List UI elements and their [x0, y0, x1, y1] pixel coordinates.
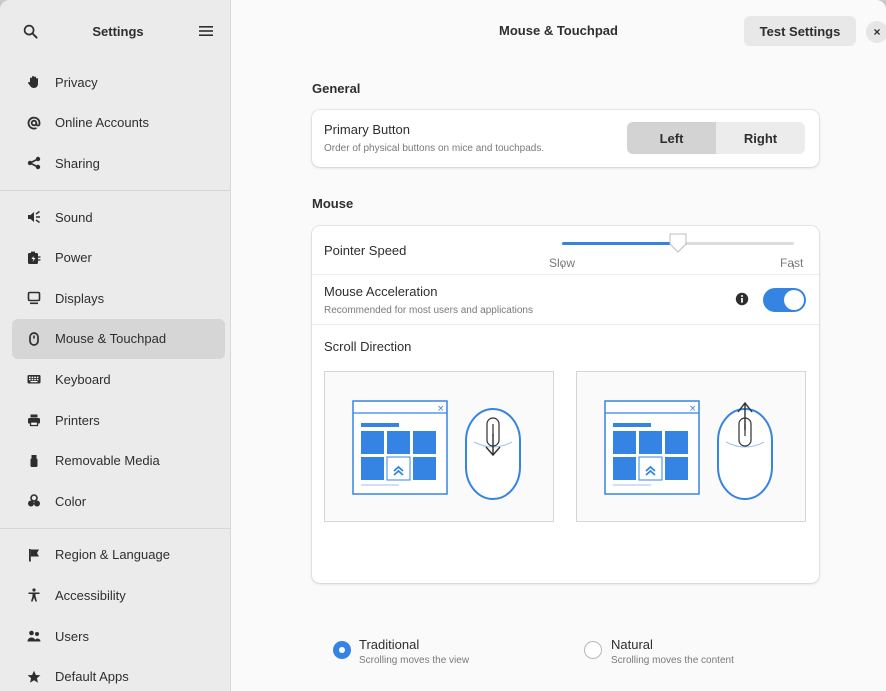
switch-knob: [784, 290, 804, 310]
sidebar-item-users[interactable]: Users: [12, 616, 225, 657]
flag-icon: [26, 547, 42, 563]
sidebar-item-accessibility[interactable]: Accessibility: [12, 575, 225, 616]
sidebar-item-label: Color: [55, 493, 87, 509]
battery-icon: [26, 250, 42, 266]
scroll-direction-title: Scroll Direction: [324, 339, 412, 354]
svg-text:×: ×: [437, 404, 445, 414]
sidebar-title: Settings: [92, 23, 144, 39]
users-icon: [26, 628, 42, 644]
sidebar-item-default-apps[interactable]: Default Apps: [12, 656, 225, 691]
mouse-acceleration-subtitle: Recommended for most users and applicati…: [324, 305, 533, 316]
printer-icon: [26, 412, 42, 428]
left-button-option[interactable]: Left: [627, 122, 716, 154]
mouse-acceleration-title: Mouse Acceleration: [324, 284, 438, 299]
star-icon: [26, 669, 42, 685]
mouse-acceleration-row: Mouse Acceleration Recommended for most …: [312, 275, 819, 325]
hamburger-menu-icon[interactable]: [196, 21, 216, 41]
sidebar-item-displays[interactable]: Displays: [12, 278, 225, 319]
close-icon: ×: [873, 25, 881, 39]
sidebar-item-label: Accessibility: [55, 587, 126, 603]
at-icon: [26, 115, 42, 131]
slider-min-label: Slow: [549, 256, 576, 270]
sidebar-item-region-and-language[interactable]: Region & Language: [12, 535, 225, 576]
pointer-speed-slider[interactable]: [562, 233, 794, 269]
traditional-sublabel: Scrolling moves the view: [359, 655, 470, 666]
keyboard-icon: [26, 371, 42, 387]
sidebar-item-sound[interactable]: Sound: [12, 197, 225, 238]
mouse-icon: [26, 331, 42, 347]
general-card: Primary Button Order of physical buttons…: [312, 110, 819, 167]
sidebar-item-label: Users: [55, 628, 89, 644]
sidebar-header: Settings: [0, 0, 230, 62]
sidebar-list: Privacy Online Accounts Sharing Sound Power D…: [0, 62, 230, 691]
close-button[interactable]: ×: [866, 21, 886, 43]
sidebar-item-privacy[interactable]: Privacy: [12, 62, 225, 103]
sidebar-item-printers[interactable]: Printers: [12, 400, 225, 441]
sidebar-item-label: Removable Media: [55, 453, 160, 469]
mouse-acceleration-switch[interactable]: [763, 288, 806, 312]
primary-button-toggle: Left Right: [627, 122, 805, 154]
sidebar-separator: [0, 527, 230, 529]
sidebar: Settings Privacy Online Accounts Sharing So…: [0, 0, 231, 691]
mouse-card: Pointer Speed Slow Fast Mouse Accelerati…: [312, 226, 819, 666]
sidebar-item-label: Region & Language: [55, 547, 170, 563]
natural-radio[interactable]: [584, 641, 602, 659]
sidebar-item-label: Online Accounts: [55, 115, 149, 131]
sidebar-item-label: Power: [55, 250, 92, 266]
hand-icon: [26, 74, 42, 90]
monitor-icon: [26, 290, 42, 306]
info-icon[interactable]: [735, 292, 749, 306]
sidebar-item-color[interactable]: Color: [12, 481, 225, 522]
natural-sublabel: Scrolling moves the content: [611, 655, 734, 666]
slider-handle[interactable]: [668, 232, 688, 254]
traditional-label: Traditional: [359, 637, 420, 652]
sidebar-item-label: Default Apps: [55, 669, 129, 685]
sidebar-item-label: Mouse & Touchpad: [55, 331, 167, 347]
speaker-icon: [26, 209, 42, 225]
general-section-title: General: [312, 81, 361, 96]
accessibility-icon: [26, 587, 42, 603]
mouse-section-title: Mouse: [312, 196, 354, 211]
share-icon: [26, 155, 42, 171]
color-icon: [26, 493, 42, 509]
sidebar-item-label: Sound: [55, 209, 93, 225]
sidebar-item-label: Keyboard: [55, 371, 111, 387]
natural-illustration[interactable]: ×: [576, 371, 806, 522]
sidebar-item-online-accounts[interactable]: Online Accounts: [12, 103, 225, 144]
scroll-direction-row: Scroll Direction × × Traditional Scrolli…: [312, 325, 819, 666]
right-button-option[interactable]: Right: [716, 122, 805, 154]
main-panel: Mouse & Touchpad Test Settings × General…: [231, 0, 886, 691]
sidebar-item-label: Privacy: [55, 74, 98, 90]
traditional-radio[interactable]: [333, 641, 351, 659]
search-icon[interactable]: [20, 21, 40, 41]
sidebar-item-label: Displays: [55, 290, 105, 306]
sidebar-item-label: Printers: [55, 412, 100, 428]
primary-button-subtitle: Order of physical buttons on mice and to…: [324, 143, 545, 154]
settings-window: Settings Privacy Online Accounts Sharing So…: [0, 0, 886, 691]
sidebar-item-removable-media[interactable]: Removable Media: [12, 440, 225, 481]
sidebar-separator: [0, 189, 230, 191]
natural-label: Natural: [611, 637, 653, 652]
traditional-illustration[interactable]: ×: [324, 371, 554, 522]
main-header: Mouse & Touchpad Test Settings ×: [231, 0, 886, 62]
slider-fill: [562, 242, 678, 245]
test-settings-button[interactable]: Test Settings: [744, 16, 856, 46]
svg-text:×: ×: [689, 404, 697, 414]
sidebar-item-label: Sharing: [55, 155, 100, 171]
usb-icon: [26, 453, 42, 469]
pointer-speed-row: Pointer Speed Slow Fast: [312, 226, 819, 275]
pointer-speed-title: Pointer Speed: [324, 243, 407, 258]
sidebar-item-power[interactable]: Power: [12, 237, 225, 278]
sidebar-item-keyboard[interactable]: Keyboard: [12, 359, 225, 400]
slider-max-label: Fast: [780, 256, 804, 270]
sidebar-item-sharing[interactable]: Sharing: [12, 143, 225, 184]
primary-button-title: Primary Button: [324, 122, 410, 137]
sidebar-item-mouse-and-touchpad[interactable]: Mouse & Touchpad: [12, 318, 225, 360]
primary-button-row: Primary Button Order of physical buttons…: [312, 110, 819, 167]
